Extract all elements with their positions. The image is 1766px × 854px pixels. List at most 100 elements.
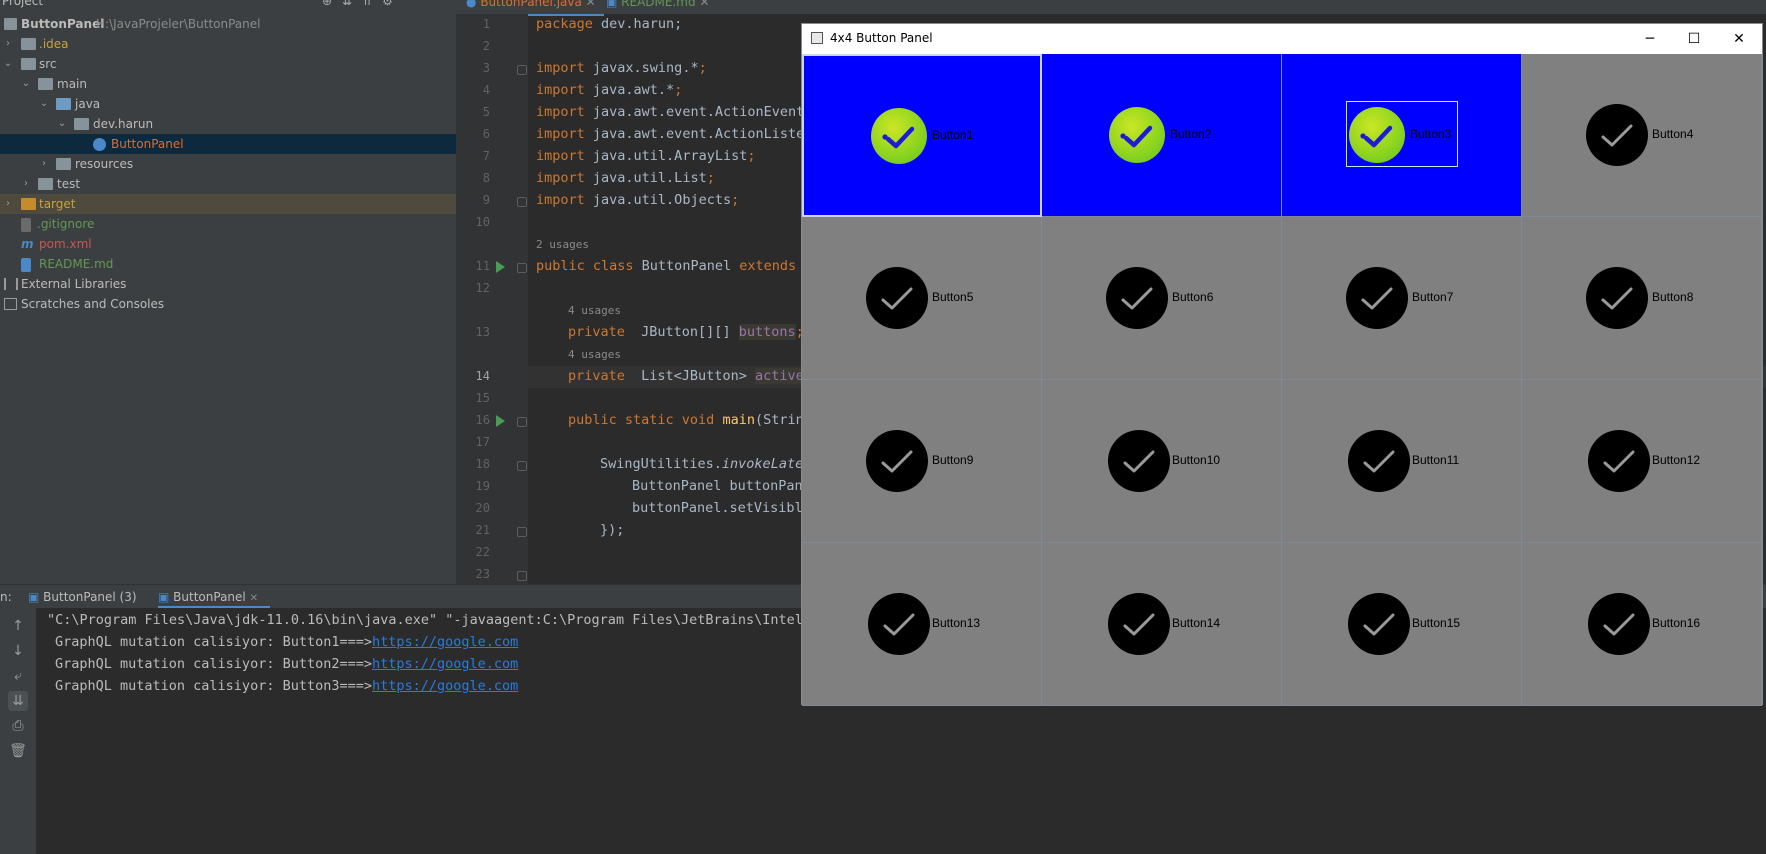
chevron-down-icon[interactable]: ⌄ [20,74,32,94]
check-icon [1348,593,1410,655]
tab-readme[interactable]: ▣ README.md ✕ [606,0,726,14]
java-class-icon: ▣ [28,590,40,604]
line-number: 19 [475,479,490,493]
folder-icon [38,178,53,190]
tree-item-target[interactable]: › target [0,194,456,214]
tree-item-label: pom.xml [39,237,92,251]
grid-button-3[interactable]: Button3 [1282,54,1522,217]
grid-button-10[interactable]: Button10 [1042,380,1282,543]
tree-item-test[interactable]: › test [0,174,456,194]
tree-item-external-libraries[interactable]: External Libraries [0,274,456,294]
run-icon[interactable] [496,415,505,427]
tree-item-pom[interactable]: m pom.xml [0,234,456,254]
grid-button-16[interactable]: Button16 [1522,543,1762,706]
project-toolbar-icons[interactable]: ⊕⇊⇈⚙ [322,0,403,8]
fold-icon[interactable] [517,417,527,427]
trash-icon[interactable]: 🗑 [8,741,28,761]
grid-button-label: Button2 [1170,127,1212,141]
code-line: private List<JButton> active [568,368,804,384]
fold-icon[interactable] [517,65,527,75]
tree-item-scratches[interactable]: Scratches and Consoles [0,294,456,314]
folder-icon [21,58,36,70]
tree-item-java[interactable]: ⌄ java [0,94,456,114]
check-icon [1346,267,1408,329]
scratches-icon [4,298,17,310]
scroll-to-end-icon[interactable]: ⇊ [8,691,28,711]
console-link[interactable]: https://google.com [372,678,518,694]
chevron-right-icon[interactable]: › [20,174,32,194]
grid-button-15[interactable]: Button15 [1282,543,1522,706]
tree-item-label: main [57,77,87,91]
chevron-down-icon[interactable]: ⌄ [56,114,68,134]
fold-icon[interactable] [517,263,527,273]
grid-button-label: Button9 [932,453,974,467]
chevron-right-icon[interactable]: › [2,34,14,54]
grid-button-11[interactable]: Button11 [1282,380,1522,543]
minimize-button[interactable]: ─ [1628,24,1672,54]
close-icon[interactable]: ✕ [699,0,709,9]
tab-label: ButtonPanel.java [480,0,582,9]
line-number: 5 [482,105,490,119]
grid-button-5[interactable]: Button5 [802,217,1042,380]
console-link[interactable]: https://google.com [372,656,518,672]
close-icon[interactable]: ✕ [586,0,596,9]
line-number: 11 [475,259,490,273]
fold-icon[interactable] [517,527,527,537]
grid-button-13[interactable]: Button13 [802,543,1042,706]
fold-icon[interactable] [517,197,527,207]
chevron-down-icon[interactable]: ⌄ [38,94,50,114]
arrow-up-icon[interactable]: ↑ [8,616,28,636]
console-output-line: GraphQL mutation calisiyor: Button2===>h… [55,656,519,672]
project-header-title[interactable]: Project [2,0,43,8]
usages-hint[interactable]: 2 usages [536,238,589,251]
tree-item-root[interactable]: ⌄ ButtonPanel H:\JavaProjeler\ButtonPane… [0,14,456,34]
grid-button-label: Button8 [1652,290,1694,304]
maven-icon: m [21,237,34,251]
code-line: public class ButtonPanel extends [536,258,797,274]
grid-button-6[interactable]: Button6 [1042,217,1282,380]
arrow-down-icon[interactable]: ↓ [8,641,28,661]
console-link[interactable]: https://google.com [372,634,518,650]
usages-hint[interactable]: 4 usages [568,304,621,317]
usages-hint[interactable]: 4 usages [568,348,621,361]
chevron-right-icon[interactable]: › [2,194,14,214]
grid-button-8[interactable]: Button8 [1522,217,1762,380]
close-icon[interactable]: ✕ [250,593,258,604]
maximize-button[interactable]: ☐ [1672,24,1716,54]
tab-run-buttonpanel[interactable]: ▣ ButtonPanel ✕ [158,585,270,609]
window-title-bar[interactable]: 4x4 Button Panel ─ ☐ ✕ [802,24,1762,54]
tree-item-src[interactable]: ⌄ src [0,54,456,74]
print-icon[interactable]: ⎙ [8,716,28,736]
grid-button-1[interactable]: Button1 [802,54,1042,217]
chevron-down-icon[interactable]: ⌄ [2,54,14,74]
grid-button-4[interactable]: Button4 [1522,54,1762,217]
tree-item-dev-harun[interactable]: ⌄ dev.harun [0,114,456,134]
tree-item-gitignore[interactable]: .gitignore [0,214,456,234]
grid-button-label: Button4 [1652,127,1694,141]
chevron-right-icon[interactable]: › [38,154,50,174]
tree-item-idea[interactable]: › .idea [0,34,456,54]
tab-run-buttonpanel-3[interactable]: ▣ ButtonPanel (3) ✕ [28,585,148,628]
grid-button-12[interactable]: Button12 [1522,380,1762,543]
tree-item-resources[interactable]: › resources [0,154,456,174]
console-output-line: GraphQL mutation calisiyor: Button3===>h… [55,678,519,694]
code-line: package dev.harun; [536,16,683,32]
grid-button-7[interactable]: Button7 [1282,217,1522,380]
grid-button-2[interactable]: Button2 [1042,54,1282,217]
grid-button-label: Button15 [1412,616,1461,630]
folder-icon [21,198,36,210]
tree-item-readme[interactable]: README.md [0,254,456,274]
tree-item-buttonpanel[interactable]: ButtonPanel [0,134,456,154]
soft-wrap-icon[interactable]: ⤶ [8,666,28,686]
grid-button-label: Button16 [1652,616,1701,630]
fold-icon[interactable] [517,571,527,581]
line-number: 23 [475,567,490,581]
tree-item-main[interactable]: ⌄ main [0,74,456,94]
grid-button-9[interactable]: Button9 [802,380,1042,543]
grid-button-14[interactable]: Button14 [1042,543,1282,706]
fold-icon[interactable] [517,461,527,471]
run-icon[interactable] [496,261,505,273]
folder-icon [21,38,36,50]
close-button[interactable]: ✕ [1717,24,1761,54]
folder-icon [4,18,17,30]
